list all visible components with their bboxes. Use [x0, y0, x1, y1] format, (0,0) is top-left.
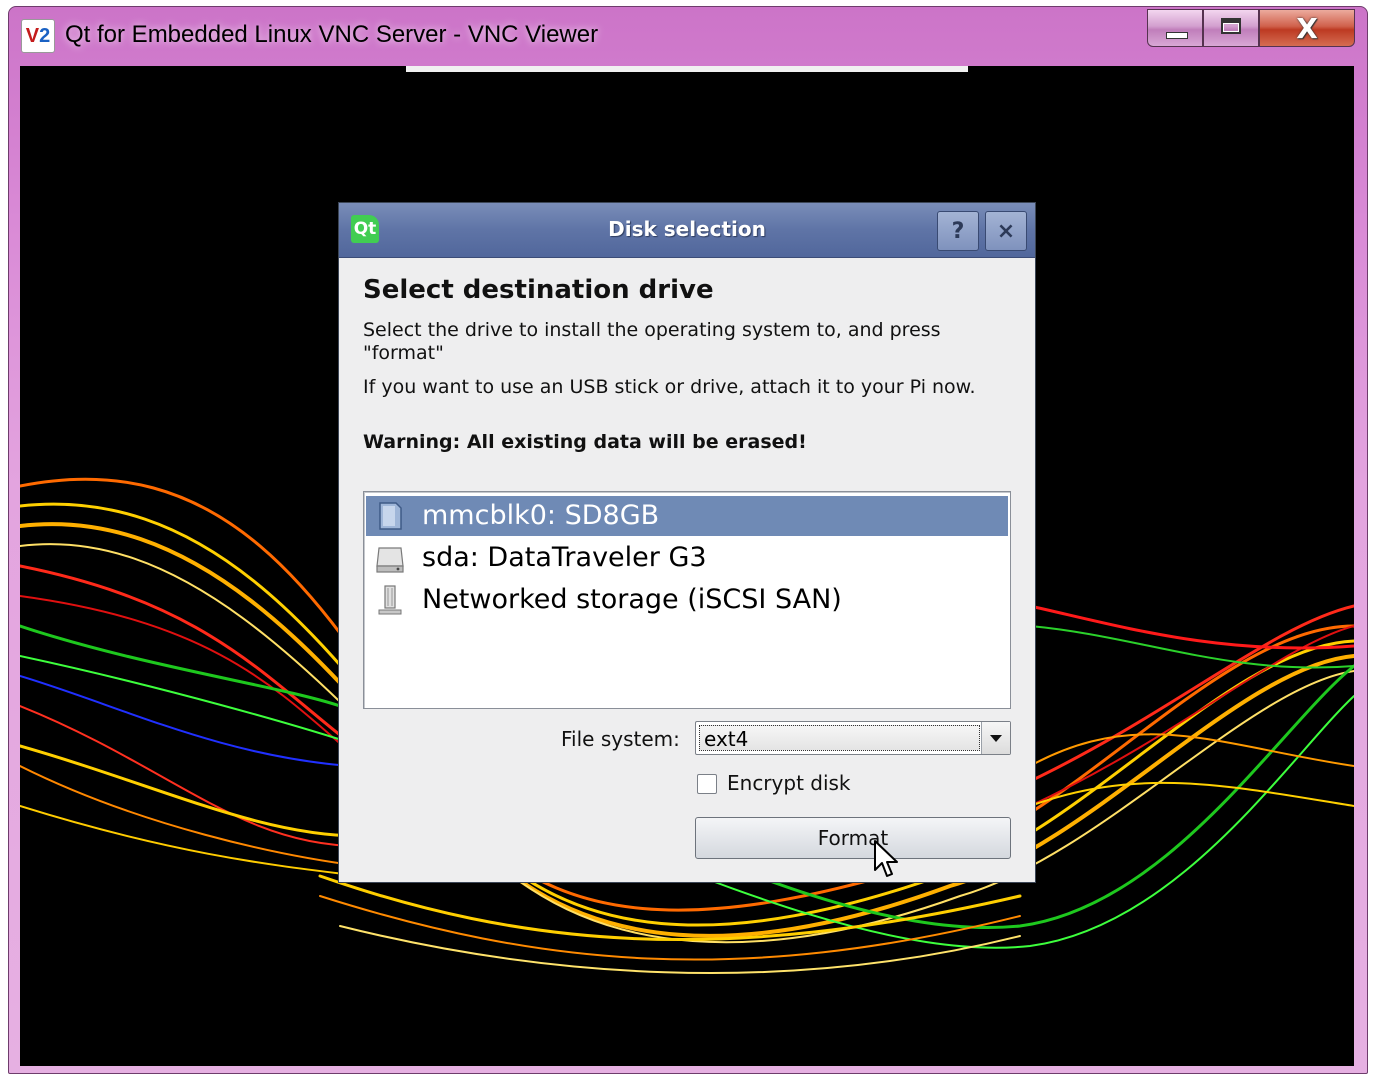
dialog-close-button[interactable]: × — [985, 211, 1027, 251]
usb-hint-text: If you want to use an USB stick or drive… — [363, 376, 976, 398]
vnc-logo-letter: V — [25, 25, 40, 47]
drive-item-sda[interactable]: sda: DataTraveler G3 — [366, 538, 1008, 578]
maximize-icon — [1221, 18, 1241, 34]
dialog-heading: Select destination drive — [363, 275, 714, 305]
sd-card-icon — [379, 502, 402, 530]
encrypt-checkbox[interactable] — [697, 774, 717, 794]
mouse-cursor-icon — [874, 840, 898, 877]
dialog-title-bar[interactable]: Qt Disk selection ? × — [339, 203, 1035, 258]
dialog-title: Disk selection — [608, 217, 766, 241]
close-window-button[interactable]: X — [1259, 9, 1355, 47]
vnc-logo-digit: 2 — [39, 25, 51, 47]
window-title: Qt for Embedded Linux VNC Server - VNC V… — [65, 21, 599, 48]
encrypt-label[interactable]: Encrypt disk — [727, 771, 851, 795]
filesystem-select[interactable]: ext4 — [695, 721, 1011, 755]
warning-text: Warning: All existing data will be erase… — [363, 431, 807, 453]
drive-list[interactable]: mmcblk0: SD8GB sda: DataTraveler G3 Netw… — [363, 491, 1011, 709]
format-button[interactable]: Format — [695, 817, 1011, 859]
network-storage-icon — [378, 585, 402, 615]
drive-item-mmcblk0[interactable]: mmcblk0: SD8GB — [366, 496, 1008, 536]
minimize-icon — [1166, 32, 1188, 39]
help-button[interactable]: ? — [937, 211, 979, 251]
close-icon: X — [1296, 12, 1318, 45]
instruction-text: Select the drive to install the operatin… — [363, 319, 941, 364]
drive-label: Networked storage (iSCSI SAN) — [422, 584, 842, 615]
disk-selection-dialog: Qt Disk selection ? × Select destination… — [338, 202, 1036, 883]
chevron-down-icon[interactable] — [981, 722, 1010, 754]
filesystem-label: File system: — [561, 727, 680, 751]
loading-bar — [406, 66, 968, 72]
caption-buttons: X — [1147, 9, 1355, 49]
drive-item-network-storage[interactable]: Networked storage (iSCSI SAN) — [366, 580, 1008, 620]
vnc-logo-icon: V2 — [21, 19, 55, 53]
minimize-button[interactable] — [1147, 9, 1203, 47]
hard-drive-icon — [376, 547, 404, 573]
filesystem-value: ext4 — [699, 725, 980, 751]
drive-label: sda: DataTraveler G3 — [422, 542, 707, 573]
drive-label: mmcblk0: SD8GB — [422, 500, 660, 531]
maximize-button[interactable] — [1203, 9, 1259, 47]
